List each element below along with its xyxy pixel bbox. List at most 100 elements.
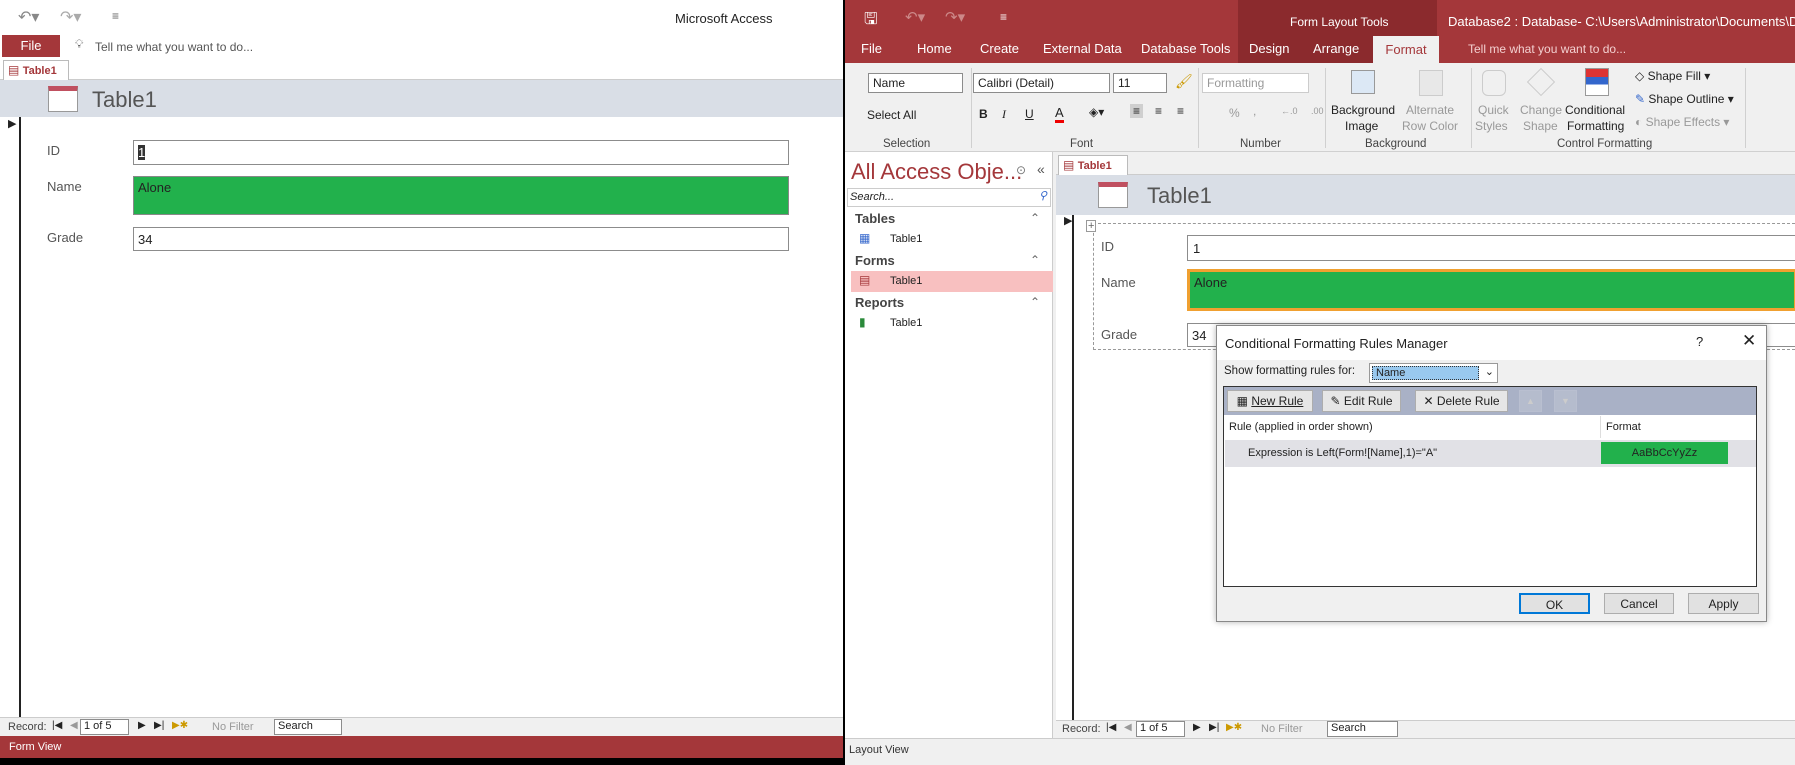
first-record-button[interactable]: |◀: [52, 720, 62, 731]
align-right-icon[interactable]: ≡: [1177, 104, 1184, 118]
nav-section-tables[interactable]: Tables: [855, 211, 895, 226]
new-record-button[interactable]: ▶✱: [172, 720, 188, 731]
last-record-button[interactable]: ▶|: [1209, 722, 1219, 733]
background-image-button[interactable]: Background: [1331, 103, 1395, 117]
field-name[interactable]: Alone: [133, 176, 789, 215]
new-record-button[interactable]: ▶✱: [1226, 722, 1242, 733]
customize-qat-icon[interactable]: ≡: [1000, 10, 1007, 24]
change-shape-button[interactable]: Change: [1520, 103, 1562, 117]
nav-pane-title[interactable]: All Access Obje...: [851, 159, 1022, 185]
comma-button[interactable]: ,: [1253, 104, 1256, 118]
record-selector[interactable]: [0, 117, 21, 717]
undo-icon[interactable]: ↶▾: [905, 8, 925, 26]
bold-button[interactable]: B: [979, 107, 988, 121]
record-search[interactable]: Search: [1327, 721, 1398, 737]
font-color-button[interactable]: A: [1055, 105, 1064, 123]
tab-file[interactable]: File: [861, 41, 882, 56]
doc-tab-table1[interactable]: ▤ Table1: [3, 60, 69, 80]
font-combo[interactable]: Calibri (Detail): [973, 73, 1110, 93]
fill-color-icon[interactable]: ◈▾: [1089, 105, 1104, 119]
tab-design[interactable]: Design: [1249, 41, 1289, 56]
align-left-icon[interactable]: ≡: [1130, 104, 1144, 118]
record-search[interactable]: Search: [274, 719, 342, 735]
apply-button[interactable]: Apply: [1688, 593, 1759, 614]
field-id[interactable]: 1: [133, 140, 789, 165]
redo-icon[interactable]: ↷▾: [945, 8, 965, 26]
nav-item-form[interactable]: [851, 271, 1053, 292]
conditional-formatting-button[interactable]: Conditional: [1565, 103, 1625, 117]
chevron-up-icon[interactable]: ⌃: [1030, 253, 1040, 267]
shape-fill-button[interactable]: ◇ Shape Fill ▾: [1635, 69, 1710, 83]
doc-tab-table1[interactable]: ▤ Table1: [1058, 155, 1128, 175]
field-grade[interactable]: 34: [133, 227, 789, 251]
alternate-row-color-button[interactable]: Alternate: [1406, 103, 1454, 117]
show-for-select[interactable]: Name ⌄: [1369, 363, 1498, 383]
underline-button[interactable]: U: [1025, 107, 1034, 121]
collapse-pane-icon[interactable]: «: [1037, 161, 1045, 177]
no-filter-button[interactable]: No Filter: [200, 721, 254, 733]
help-button[interactable]: ?: [1696, 334, 1703, 349]
no-filter-button[interactable]: No Filter: [1249, 723, 1303, 735]
chevron-up-icon[interactable]: ⌃: [1030, 211, 1040, 225]
format-painter-icon[interactable]: 🖌︎: [1175, 73, 1193, 90]
nav-menu-icon[interactable]: ⊙: [1016, 163, 1026, 177]
background-image-button-line2[interactable]: Image: [1345, 119, 1378, 133]
customize-qat-icon[interactable]: ≡: [112, 9, 119, 23]
save-icon[interactable]: 🖫︎: [864, 8, 878, 35]
tab-create[interactable]: Create: [980, 41, 1019, 56]
first-record-button[interactable]: |◀: [1106, 722, 1116, 733]
tell-me-box[interactable]: Tell me what you want to do...: [1452, 42, 1626, 56]
nav-search-input[interactable]: Search... ⚲: [847, 188, 1051, 207]
increase-decimals-icon[interactable]: .00: [1311, 106, 1324, 116]
delete-rule-button[interactable]: ✕ Delete Rule: [1415, 390, 1508, 412]
layout-move-handle-icon[interactable]: +: [1086, 220, 1097, 232]
change-shape-button-line2[interactable]: Shape: [1523, 119, 1558, 133]
file-tab[interactable]: File: [2, 35, 60, 57]
field-id[interactable]: 1: [1187, 235, 1795, 261]
new-rule-button[interactable]: ▦ New Rule: [1227, 390, 1313, 412]
prev-record-button[interactable]: ◀: [1124, 722, 1132, 733]
record-position[interactable]: 1 of 5: [80, 719, 129, 735]
tab-external-data[interactable]: External Data: [1043, 41, 1122, 56]
tab-database-tools[interactable]: Database Tools: [1141, 41, 1230, 56]
ok-button[interactable]: OK: [1519, 593, 1590, 614]
formatting-combo[interactable]: Formatting: [1202, 73, 1309, 93]
nav-item-report[interactable]: Table1: [890, 317, 922, 329]
chevron-up-icon[interactable]: ⌃: [1030, 295, 1040, 309]
nav-item-table[interactable]: Table1: [890, 233, 922, 245]
percent-button[interactable]: %: [1229, 106, 1240, 120]
nav-section-reports[interactable]: Reports: [855, 295, 904, 310]
record-selector[interactable]: [1056, 215, 1074, 720]
nav-section-forms[interactable]: Forms: [855, 253, 895, 268]
cancel-button[interactable]: Cancel: [1604, 593, 1674, 614]
quick-styles-button[interactable]: Quick: [1478, 103, 1509, 117]
tab-arrange[interactable]: Arrange: [1313, 41, 1359, 56]
select-all-button[interactable]: Select All: [867, 108, 916, 122]
edit-rule-icon: ✎: [1330, 394, 1344, 408]
decrease-decimals-icon[interactable]: ←.0: [1281, 106, 1298, 116]
alternate-row-color-button-line2[interactable]: Row Color: [1402, 119, 1458, 133]
redo-icon[interactable]: ↷▾: [60, 7, 81, 27]
shape-outline-button[interactable]: ✎ Shape Outline ▾: [1635, 92, 1734, 106]
move-up-button[interactable]: ▲: [1519, 390, 1542, 412]
move-down-button[interactable]: ▼: [1554, 390, 1577, 412]
close-icon[interactable]: ✕: [1742, 331, 1756, 351]
tab-home[interactable]: Home: [917, 41, 952, 56]
next-record-button[interactable]: ▶: [1193, 722, 1201, 733]
field-name[interactable]: Alone: [1187, 269, 1795, 311]
align-center-icon[interactable]: ≡: [1155, 104, 1162, 118]
prev-record-button[interactable]: ◀: [70, 720, 78, 731]
italic-button[interactable]: I: [1002, 107, 1006, 122]
conditional-formatting-button-line2[interactable]: Formatting: [1567, 119, 1624, 133]
quick-styles-button-line2[interactable]: Styles: [1475, 119, 1508, 133]
object-combo[interactable]: Name: [868, 73, 963, 93]
undo-icon[interactable]: ↶▾: [18, 7, 39, 27]
font-size-combo[interactable]: 11: [1113, 73, 1167, 93]
shape-effects-button[interactable]: ◐ Shape Effects ▾: [1635, 115, 1729, 129]
last-record-button[interactable]: ▶|: [154, 720, 164, 731]
tab-format[interactable]: Format: [1373, 36, 1439, 63]
next-record-button[interactable]: ▶: [138, 720, 146, 731]
tell-me-box[interactable]: Tell me what you want to do...: [95, 40, 253, 54]
edit-rule-button[interactable]: ✎ Edit Rule: [1322, 390, 1401, 412]
record-position[interactable]: 1 of 5: [1136, 721, 1185, 737]
